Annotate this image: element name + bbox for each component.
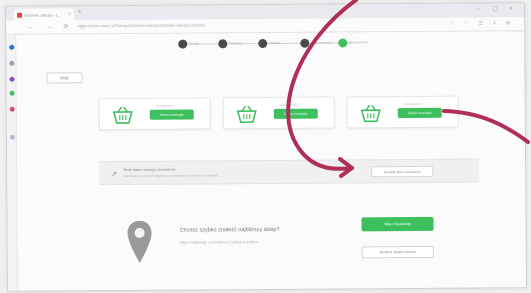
mail-icon[interactable] (9, 90, 15, 96)
step-5 (338, 38, 348, 48)
basket-icon (112, 106, 133, 124)
url-field[interactable]: https://www.ceneo.pl/Zakupy/Ostatnie-zak… (78, 22, 268, 31)
location-pin-icon (127, 220, 152, 263)
basket-icon (360, 104, 381, 123)
order-card: Zamówienie 3 Zobacz szczegóły (346, 95, 459, 129)
new-tab-icon[interactable]: + (78, 9, 82, 15)
basket-icon (236, 105, 257, 123)
card-title: Zamówienie 1 (155, 103, 175, 108)
step-1-label: Koszyk (189, 41, 199, 46)
choose-city-button[interactable]: Wybierz miasto ręcznie (361, 245, 434, 259)
check-status-button[interactable]: Sprawdź status zamówienia (371, 165, 434, 178)
grid-icon[interactable] (9, 44, 15, 50)
promo-title: Chcesz szybko znaleźć najbliższy sklep? (179, 226, 280, 234)
list-icon[interactable] (9, 60, 15, 66)
step-3-label: Płatność (269, 40, 281, 45)
banner-title: Śledź status swojego zamówienia (123, 167, 176, 172)
back-button[interactable]: Wróć (46, 72, 83, 84)
step-5-label: Potwierdzenie (349, 40, 369, 45)
bag-icon[interactable] (9, 106, 15, 112)
heart-icon[interactable] (9, 76, 15, 82)
step-2 (218, 39, 228, 49)
card-title: Zamówienie 3 (403, 101, 423, 107)
promo-subtitle: Włącz lokalizację, a pokażemy Ci sklepy … (179, 240, 258, 245)
step-4-label: Podsumowanie (311, 40, 332, 45)
step-4 (300, 38, 310, 48)
card-title: Zamówienie 2 (279, 102, 299, 107)
enable-location-button[interactable]: Włącz lokalizację (361, 216, 434, 232)
order-stepper: Koszyk Dostawa Płatność Podsumowanie Pot… (178, 38, 398, 50)
favicon-icon (17, 12, 23, 18)
page-content: Koszyk Dostawa Płatność Podsumowanie Pot… (16, 31, 527, 292)
tab-close-icon[interactable]: × (68, 11, 71, 17)
card-details-button[interactable]: Zobacz szczegóły (273, 108, 318, 119)
order-card: Zamówienie 1 Zobacz szczegóły (98, 97, 211, 131)
browser-window: Ostatnie zakupy - L × + – ▢ × ← → ⟳ ⌂ ht… (5, 2, 527, 292)
card-details-button[interactable]: Zobacz szczegóły (397, 107, 442, 119)
toolbar-icons[interactable]: ☆ ⋯ ☰ ⇩ ⊕ (450, 20, 514, 26)
tab-title: Ostatnie zakupy - L (24, 12, 59, 18)
step-1 (178, 39, 188, 49)
truck-icon: ➚ (111, 171, 118, 179)
browser-tab[interactable]: Ostatnie zakupy - L × (14, 8, 75, 21)
order-card: Zamówienie 2 Zobacz szczegóły (222, 96, 335, 130)
banner-subtitle: Informacje o przesyłce otrzymasz w wiado… (123, 173, 218, 178)
settings-icon[interactable] (9, 134, 15, 140)
card-details-button[interactable]: Zobacz szczegóły (149, 109, 194, 120)
screen-photo: Ostatnie zakupy - L × + – ▢ × ← → ⟳ ⌂ ht… (0, 0, 531, 293)
window-controls[interactable]: – ▢ × (477, 5, 518, 12)
step-3 (258, 38, 268, 49)
order-status-banner: ➚ Śledź status swojego zamówienia Inform… (99, 158, 480, 186)
step-2-label: Dostawa (229, 41, 241, 46)
